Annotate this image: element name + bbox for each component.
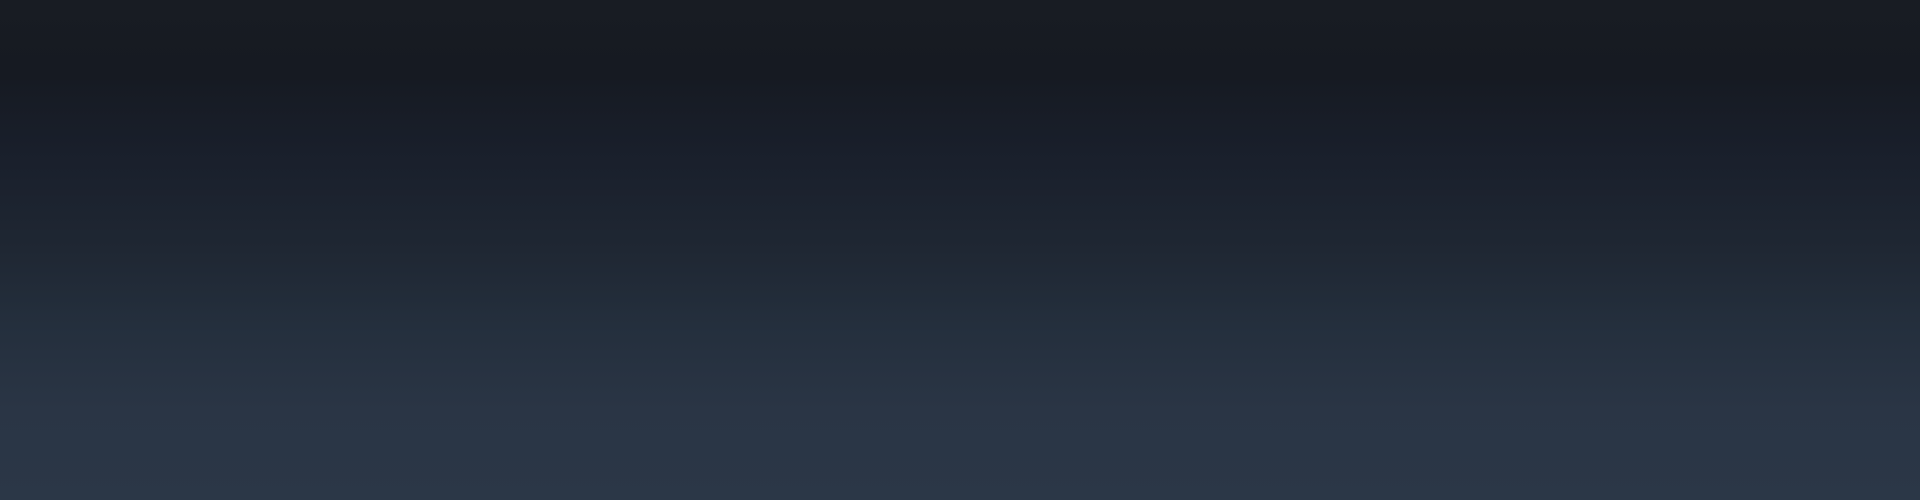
gradient-backdrop xyxy=(0,0,1920,500)
